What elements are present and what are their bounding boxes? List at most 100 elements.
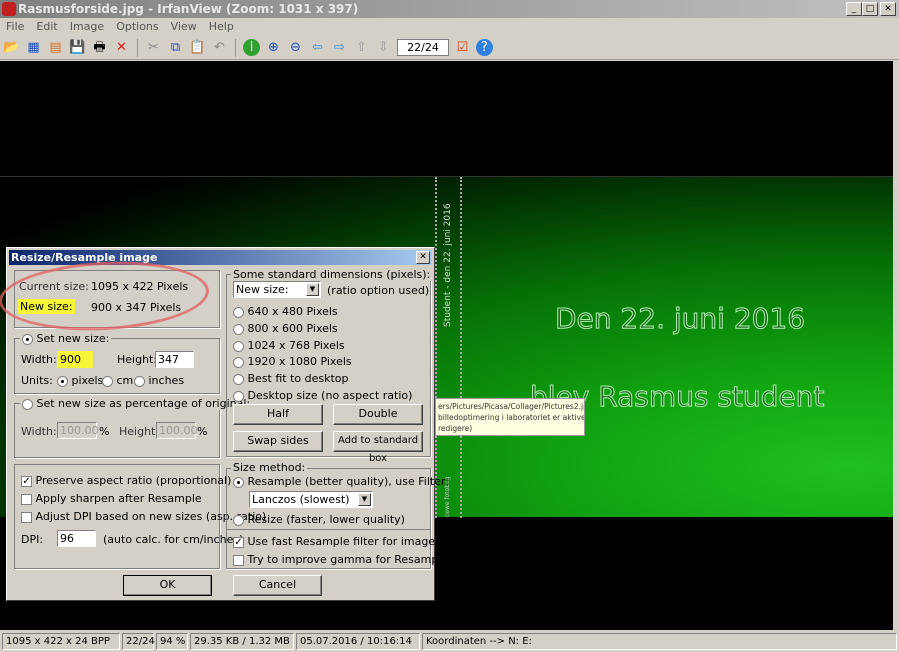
menu-bar: File Edit Image Options View Help [0,18,899,36]
tooltip-line: billedoptimering i laboratoriet er aktiv… [438,413,585,422]
save-icon[interactable]: 💾 [69,39,86,56]
std-option-1920[interactable]: 1920 x 1080 Pixels [233,355,352,368]
unit-pixels-radio[interactable]: pixels [57,374,103,387]
percentage-label: Set new size as percentage of original: [36,397,251,410]
set-new-size-label: Set new size: [36,332,110,345]
status-date: 05.07.2016 / 10:16:14 [296,633,420,650]
radio-button[interactable] [233,323,244,335]
previous-icon[interactable]: ⇦ [309,39,326,56]
spine-text: Student - den 22. juni 2016 [443,203,453,327]
zoom-in-icon[interactable]: ⊕ [265,39,282,56]
checkbox-label: Apply sharpen after Resample [35,492,202,505]
ok-button[interactable]: OK [123,575,212,596]
menu-help[interactable]: Help [209,18,234,36]
maximize-button[interactable]: □ [862,2,878,16]
minimize-button[interactable]: _ [846,2,862,16]
title-bar: Rasmusforside.jpg - IrfanView (Zoom: 103… [0,0,899,18]
width-input[interactable]: 900 [57,351,93,368]
gamma-checkbox[interactable]: Try to improve gamma for Resample [233,553,448,566]
dpi-note: (auto calc. for cm/inches) [103,533,244,546]
cancel-button[interactable]: Cancel [233,575,322,596]
set-new-size-radio[interactable]: Set new size: [20,332,112,345]
dotted-line [460,177,462,518]
checkbox[interactable]: ✓ [21,475,32,487]
pct-height-input[interactable]: 100.00 [156,422,198,439]
std-option-best-fit[interactable]: Best fit to desktop [233,372,349,385]
checkbox[interactable]: ✓ [233,536,244,548]
tooltip-line: ers/Pictures/Picasa/Collager/Pictures2.j… [438,402,585,411]
resample-radio[interactable]: Resample (better quality), use Filter: [233,475,449,488]
menu-image[interactable]: Image [70,18,104,36]
unit-cm-radio[interactable]: cm [102,374,133,387]
pct-width-input[interactable]: 100.00 [57,422,99,439]
chevron-down-icon[interactable]: ▼ [358,493,371,506]
paste-icon[interactable]: 📋 [189,39,206,56]
menu-file[interactable]: File [6,18,24,36]
std-option-800[interactable]: 800 x 600 Pixels [233,322,338,335]
swap-sides-button[interactable]: Swap sides [233,431,323,452]
preserve-aspect-checkbox[interactable]: ✓ Preserve aspect ratio (proportional) [21,474,231,487]
std-option-640[interactable]: 640 x 480 Pixels [233,305,338,318]
status-bar: 1095 x 422 x 24 BPP 22/24 94 % 29.35 KB … [0,631,899,652]
option-label: 640 x 480 Pixels [247,305,338,318]
double-button[interactable]: Double [333,404,423,425]
pct-sign: % [99,425,110,438]
standard-size-select[interactable]: New size: ▼ [233,281,321,298]
scrollbar[interactable] [893,61,899,630]
std-option-1024[interactable]: 1024 x 768 Pixels [233,339,345,352]
slideshow-icon[interactable]: ▦ [25,39,42,56]
next-icon[interactable]: ⇨ [331,39,348,56]
zoom-out-icon[interactable]: ⊖ [287,39,304,56]
open-icon[interactable]: 📂 [3,39,20,56]
dpi-input[interactable]: 96 [57,530,96,547]
help-icon[interactable]: ? [476,39,493,56]
print-icon[interactable]: 🖶 [91,39,108,56]
add-to-standard-box-button[interactable]: Add to standard box [333,431,423,464]
checkbox[interactable] [21,511,32,523]
settings-icon[interactable]: ☑ [454,39,471,56]
radio-button[interactable] [233,340,244,352]
menu-view[interactable]: View [171,18,197,36]
checkbox[interactable] [233,554,244,566]
height-label: Height: [117,353,158,366]
radio-button[interactable] [134,375,145,387]
checkbox[interactable] [21,493,32,505]
radio-button[interactable] [102,375,113,387]
option-label: Desktop size (no aspect ratio) [247,389,413,402]
page-field[interactable]: 22/24 [397,39,449,56]
resize-radio[interactable]: Resize (faster, lower quality) [233,513,405,526]
height-input[interactable]: 347 [155,351,194,368]
first-icon[interactable]: ⇧ [353,39,370,56]
cut-icon[interactable]: ✂ [145,39,162,56]
menu-options[interactable]: Options [116,18,158,36]
filter-select[interactable]: Lanczos (slowest) ▼ [249,491,373,508]
dialog-close-button[interactable]: ✕ [416,251,430,264]
radio-button[interactable] [233,476,244,488]
unit-inches-radio[interactable]: inches [134,374,184,387]
menu-edit[interactable]: Edit [36,18,57,36]
half-button[interactable]: Half [233,404,323,425]
undo-icon[interactable]: ↶ [211,39,228,56]
copy-icon[interactable]: ⧉ [167,39,184,56]
info-icon[interactable]: i [243,39,260,56]
close-button[interactable]: ✕ [880,2,896,16]
radio-label: Resample (better quality), use Filter: [247,475,450,488]
percentage-radio[interactable]: Set new size as percentage of original: [20,397,253,410]
radio-button[interactable] [57,375,68,387]
chevron-down-icon[interactable]: ▼ [306,283,319,296]
radio-button[interactable] [233,373,244,385]
delete-icon[interactable]: ✕ [113,39,130,56]
last-icon[interactable]: ⇩ [375,39,392,56]
radio-button[interactable] [233,390,244,402]
radio-button[interactable] [233,356,244,368]
sharpen-checkbox[interactable]: Apply sharpen after Resample [21,492,202,505]
select-value: Lanczos (slowest) [252,493,350,506]
status-coordinates: Koordinaten --> N: E: [422,633,897,650]
radio-button[interactable] [22,398,33,410]
fast-resample-checkbox[interactable]: ✓ Use fast Resample filter for image shr… [233,535,489,548]
radio-button[interactable] [233,514,244,526]
thumbnails-icon[interactable]: ▤ [47,39,64,56]
radio-button[interactable] [233,306,244,318]
std-option-desktop[interactable]: Desktop size (no aspect ratio) [233,389,412,402]
radio-button[interactable] [22,333,33,345]
